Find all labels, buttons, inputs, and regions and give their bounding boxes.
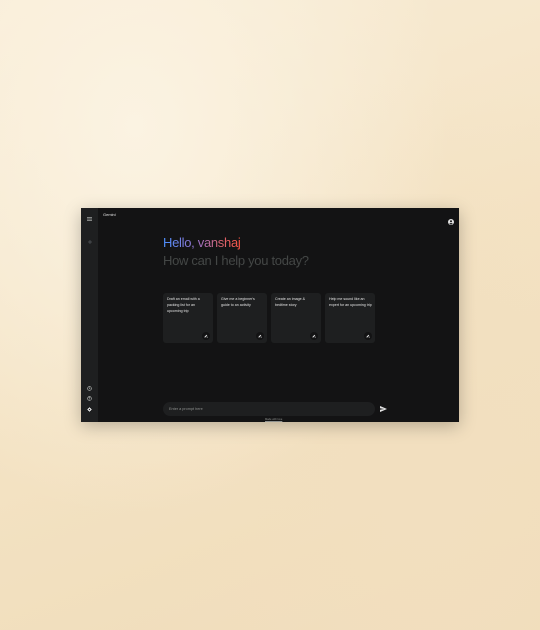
suggestion-card-text: Draft an email with a packing list for a… bbox=[167, 297, 200, 313]
edit-icon bbox=[256, 332, 264, 340]
suggestion-card[interactable]: Give me a beginner's guide to an activit… bbox=[217, 293, 267, 343]
edit-icon bbox=[310, 332, 318, 340]
edit-icon bbox=[364, 332, 372, 340]
history-icon[interactable] bbox=[86, 385, 93, 392]
suggestion-card[interactable]: Help me sound like an expert for an upco… bbox=[325, 293, 375, 343]
prompt-bar bbox=[163, 402, 375, 416]
app-window: Gemini Hello, vanshaj How can I help you… bbox=[81, 208, 459, 422]
send-icon[interactable] bbox=[379, 405, 387, 413]
settings-icon[interactable] bbox=[86, 406, 93, 413]
app-title[interactable]: Gemini bbox=[103, 212, 116, 217]
account-circle-icon[interactable] bbox=[448, 212, 454, 225]
edit-icon bbox=[202, 332, 210, 340]
suggestion-card[interactable]: Create an image & bedtime story bbox=[271, 293, 321, 343]
sidebar bbox=[81, 208, 98, 422]
suggestion-card[interactable]: Draft an email with a packing list for a… bbox=[163, 293, 213, 343]
menu-icon[interactable] bbox=[86, 215, 93, 222]
greeting-title: Hello, vanshaj bbox=[163, 235, 241, 250]
suggestion-cards: Draft an email with a packing list for a… bbox=[163, 293, 375, 343]
footer-link[interactable]: Made with love bbox=[265, 418, 282, 421]
greeting-subtitle: How can I help you today? bbox=[163, 253, 309, 268]
prompt-input[interactable] bbox=[167, 404, 359, 414]
suggestion-card-text: Create an image & bedtime story bbox=[275, 297, 305, 307]
suggestion-card-text: Give me a beginner's guide to an activit… bbox=[221, 297, 255, 307]
suggestion-card-text: Help me sound like an expert for an upco… bbox=[329, 297, 372, 307]
help-icon[interactable] bbox=[86, 395, 93, 402]
new-chat-icon[interactable] bbox=[86, 238, 93, 245]
